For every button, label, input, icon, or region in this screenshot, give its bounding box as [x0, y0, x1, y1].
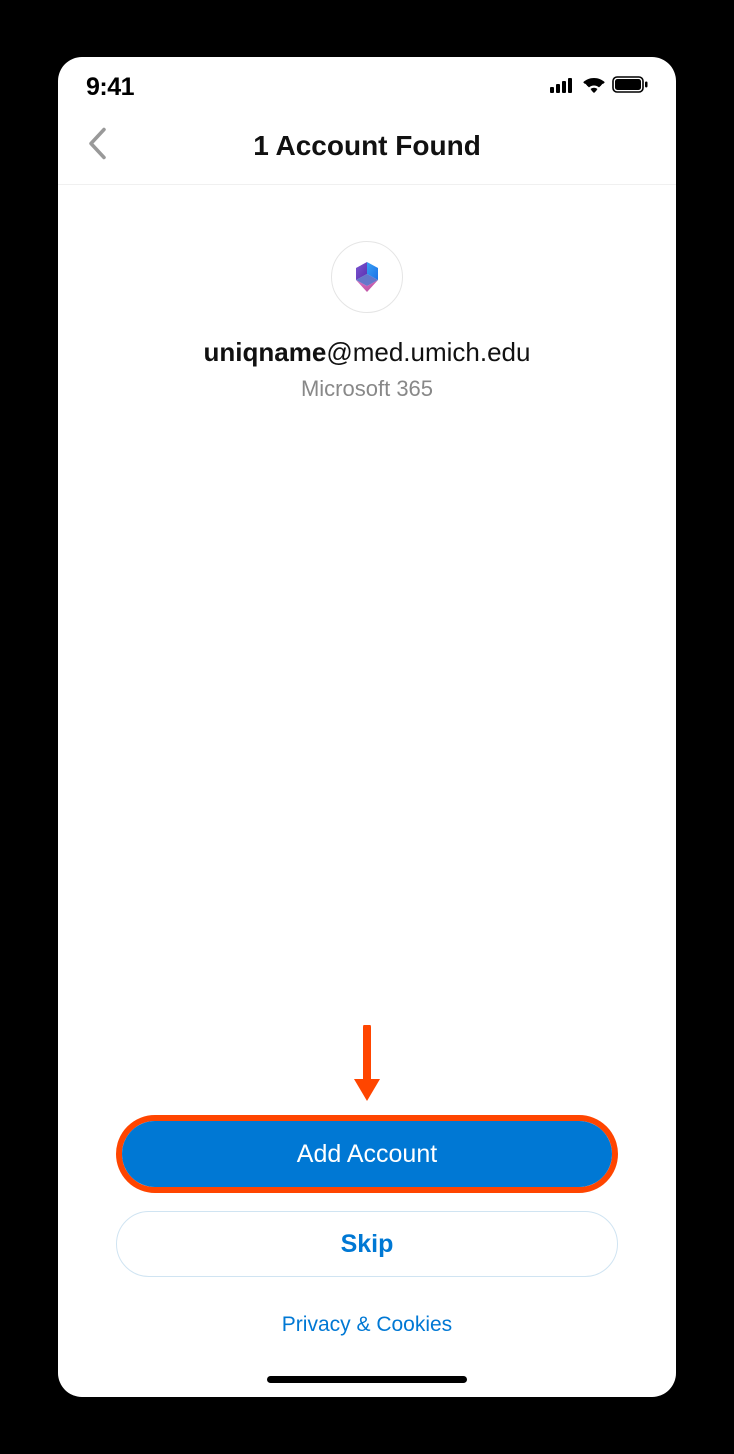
home-indicator[interactable] [267, 1376, 467, 1383]
account-email-user: uniqname [204, 337, 327, 367]
add-account-button[interactable]: Add Account [122, 1121, 612, 1187]
account-type: Microsoft 365 [58, 376, 676, 402]
arrow-down-icon [350, 1025, 384, 1105]
add-account-highlight: Add Account [116, 1115, 618, 1193]
account-email-domain: @med.umich.edu [326, 337, 530, 367]
status-icons [550, 76, 648, 98]
nav-bar: 1 Account Found [58, 107, 676, 185]
status-bar: 9:41 [58, 57, 676, 107]
bottom-section: Add Account Skip Privacy & Cookies [58, 1025, 676, 1397]
skip-button[interactable]: Skip [116, 1211, 618, 1277]
account-email: uniqname@med.umich.edu [58, 337, 676, 368]
arrow-annotation [116, 1025, 618, 1105]
page-title: 1 Account Found [58, 130, 676, 162]
account-avatar [331, 241, 403, 313]
chevron-left-icon [88, 127, 106, 159]
battery-icon [612, 76, 648, 98]
content-area: uniqname@med.umich.edu Microsoft 365 Add… [58, 185, 676, 1397]
back-button[interactable] [82, 121, 112, 170]
microsoft-365-icon [349, 259, 385, 295]
privacy-cookies-link[interactable]: Privacy & Cookies [282, 1313, 452, 1337]
wifi-icon [582, 76, 606, 98]
status-time: 9:41 [86, 73, 134, 102]
account-section: uniqname@med.umich.edu Microsoft 365 [58, 185, 676, 402]
phone-frame: 9:41 1 Account Found [58, 57, 676, 1397]
cellular-icon [550, 77, 576, 98]
